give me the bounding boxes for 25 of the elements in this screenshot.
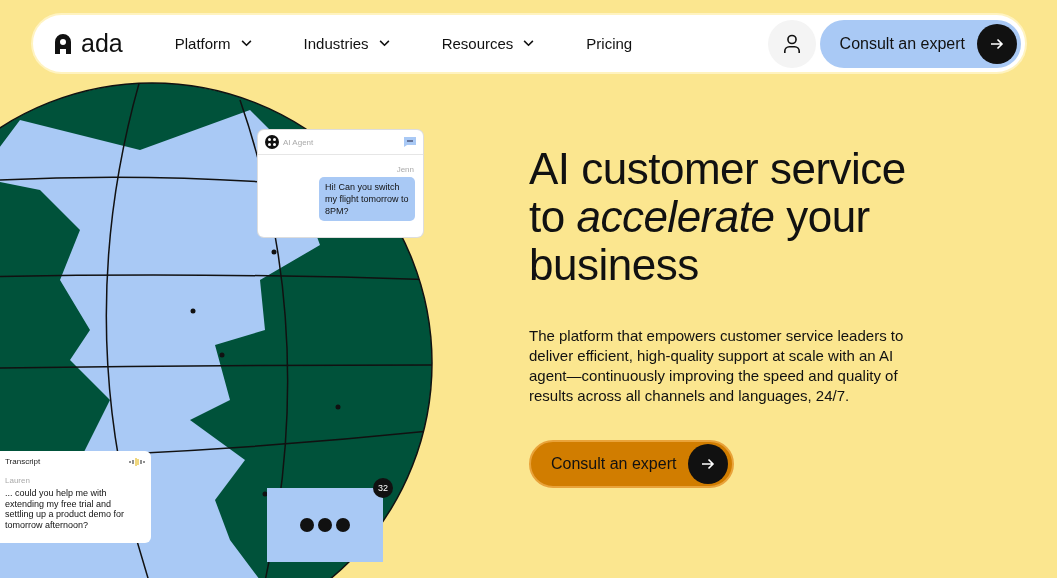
nav-link[interactable]: Pricing <box>586 35 633 52</box>
user-icon <box>782 33 801 54</box>
transcript-text: ... could you help me with extending my free trial and settling up a product demo for tomorrow afternoon? <box>5 488 126 530</box>
card-title: Transcript <box>5 457 41 466</box>
caret-icon <box>523 40 535 47</box>
hero-description: The platform that empowers customer service leaders to deliver efficient, high-quality support at scale with an AI agent—continuously improving the speed and quality of results across all channels and languages, 24/7. <box>529 326 905 406</box>
waveform-icon <box>129 457 145 466</box>
nav-link[interactable]: Industries <box>303 35 390 52</box>
chat-bubble-icon <box>404 137 416 147</box>
logo[interactable]: ada <box>53 29 123 58</box>
agent-logo-icon <box>265 135 279 149</box>
sender-name: Lauren <box>5 476 31 485</box>
card-title: AI Agent <box>283 137 314 147</box>
logo-icon <box>53 32 73 55</box>
hero-heading: AI customer service to accelerate your business <box>529 145 907 289</box>
caret-icon <box>378 40 390 47</box>
message-bubble: Hi! Can you switch my flight tomorrow to 8PM? <box>319 177 415 221</box>
caret-icon <box>240 40 252 47</box>
logo-text: ada <box>81 29 123 58</box>
sender-name: Jenn <box>395 164 415 176</box>
nav-link[interactable]: Platform <box>174 35 252 52</box>
consult-button[interactable]: Consult an expert <box>529 440 735 488</box>
nav-link[interactable]: Resources <box>441 35 535 52</box>
consult-button[interactable]: Consult an expert <box>819 19 1021 68</box>
typing-dots-icon <box>300 518 350 532</box>
